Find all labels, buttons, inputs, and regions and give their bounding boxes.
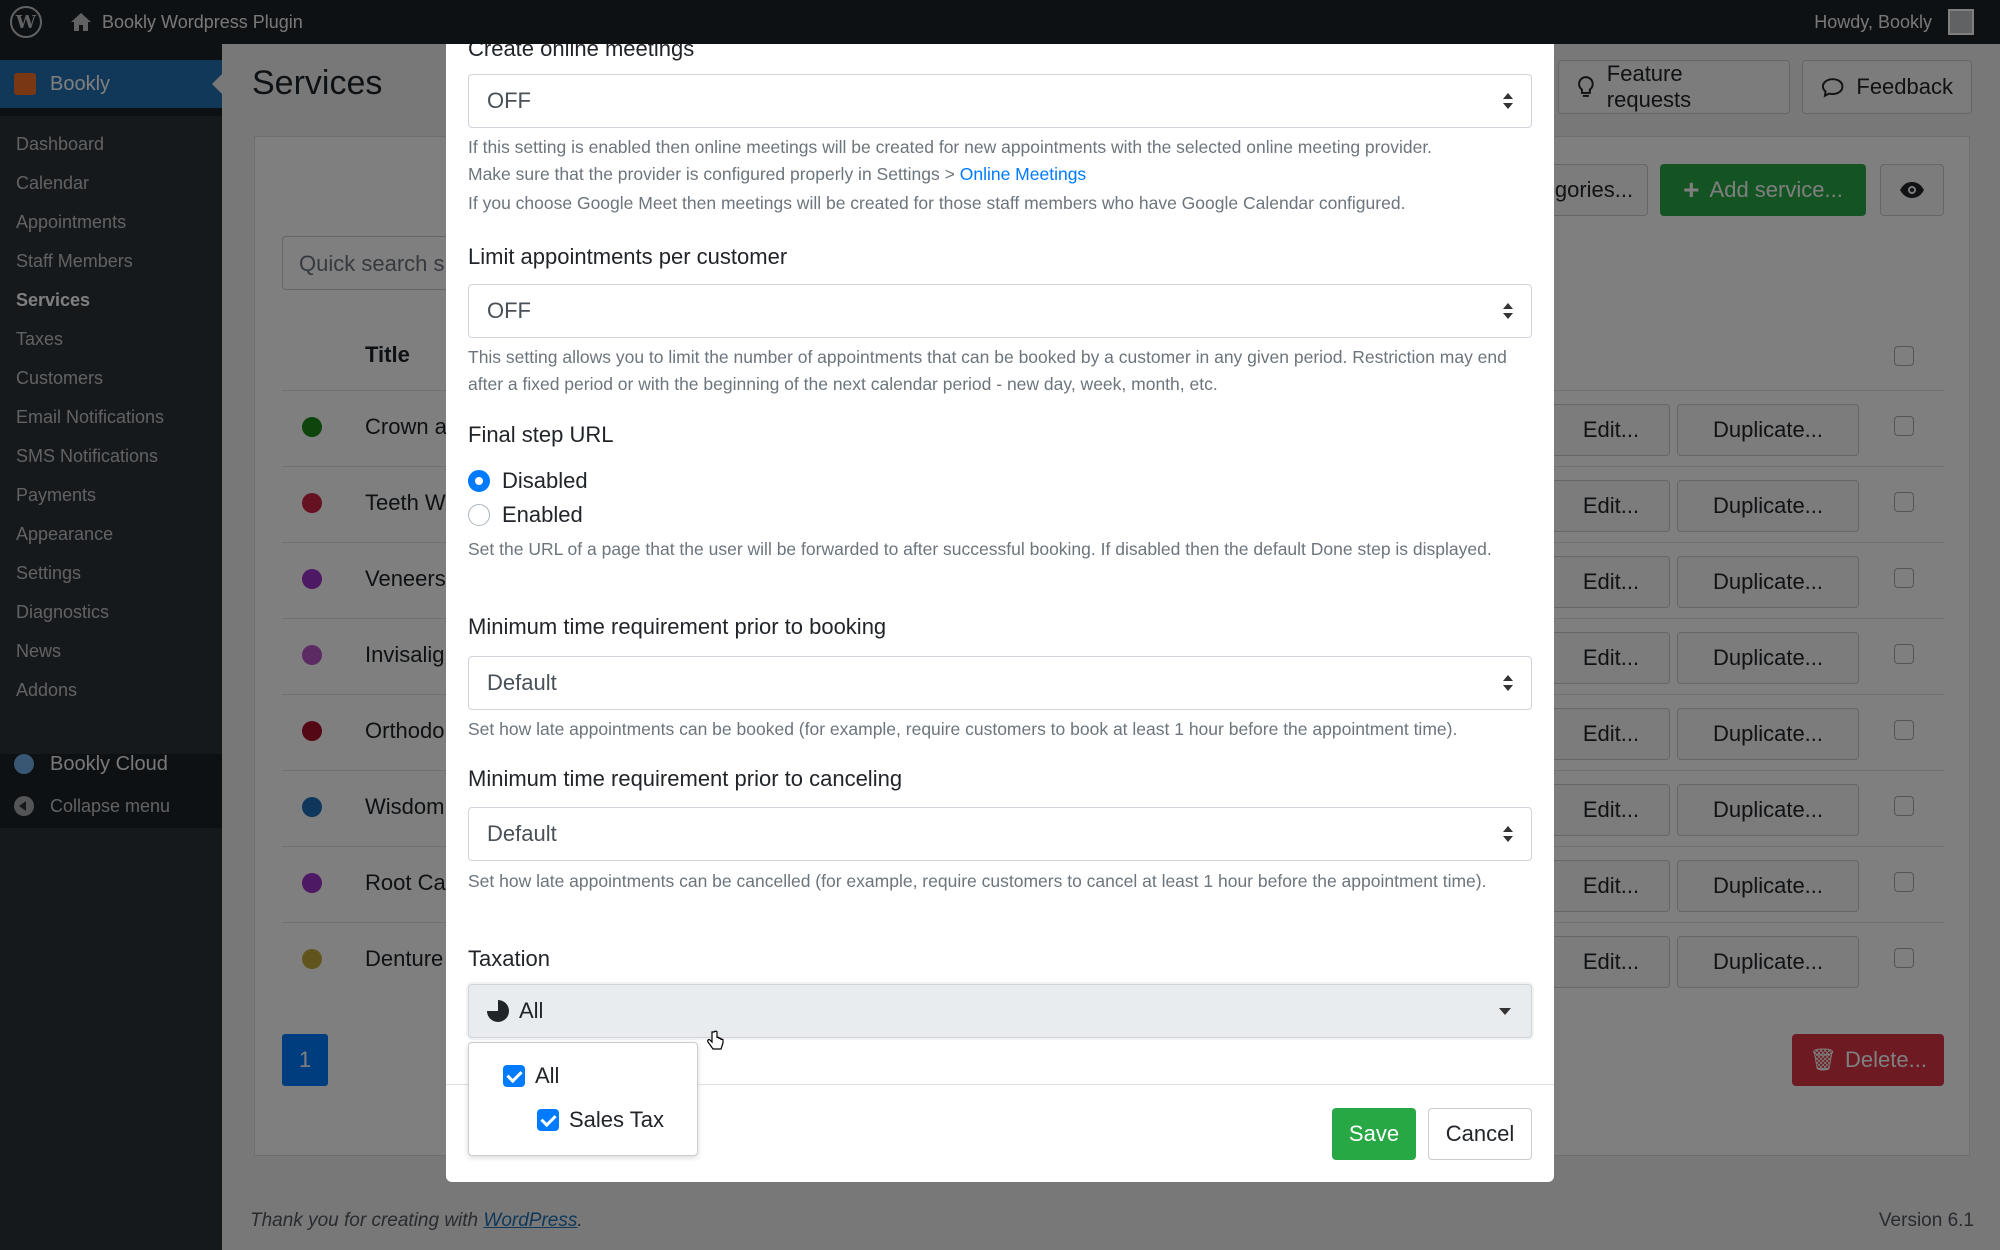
min-booking-select[interactable]: Default [468, 656, 1532, 710]
taxation-dropdown-menu: All Sales Tax [468, 1042, 698, 1156]
final-url-enabled-radio[interactable] [468, 504, 490, 526]
tax-all-checkbox[interactable] [503, 1065, 525, 1087]
cancel-button[interactable]: Cancel [1428, 1108, 1532, 1160]
sales-tax-label[interactable]: Sales Tax [569, 1107, 664, 1133]
caret-down-icon [1499, 1008, 1511, 1015]
online-meetings-help-line1: If this setting is enabled then online m… [468, 137, 1433, 157]
select-updown-icon [1503, 675, 1513, 693]
limit-appointments-label: Limit appointments per customer [468, 244, 788, 269]
final-url-disabled-radio[interactable] [468, 470, 490, 492]
sales-tax-checkbox[interactable] [537, 1109, 559, 1131]
min-cancel-value: Default [487, 821, 557, 846]
online-meetings-label: Create online meetings [468, 44, 695, 61]
online-meetings-help: If this setting is enabled then online m… [468, 134, 1532, 217]
select-updown-icon [1503, 93, 1513, 111]
limit-appointments-value: OFF [487, 298, 531, 323]
hand-cursor-icon [707, 1030, 724, 1050]
min-cancel-label: Minimum time requirement prior to cancel… [468, 766, 903, 791]
taxation-value: All [519, 998, 544, 1023]
select-updown-icon [1503, 303, 1513, 321]
online-meetings-value: OFF [487, 88, 531, 113]
limit-appointments-select[interactable]: OFF [468, 284, 1532, 338]
taxation-label: Taxation [468, 946, 550, 971]
taxation-select[interactable]: All [468, 984, 1532, 1038]
min-cancel-help: Set how late appointments can be cancell… [468, 871, 1487, 891]
final-url-disabled-label[interactable]: Disabled [502, 468, 588, 494]
online-meetings-help-line2: Make sure that the provider is configure… [468, 161, 1532, 188]
online-meetings-help-text: Make sure that the provider is configure… [468, 164, 960, 184]
min-booking-label: Minimum time requirement prior to bookin… [468, 614, 887, 639]
final-step-url-label: Final step URL [468, 422, 614, 447]
min-booking-value: Default [487, 670, 557, 695]
min-booking-help: Set how late appointments can be booked … [468, 719, 1458, 739]
final-step-url-help: Set the URL of a page that the user will… [468, 539, 1492, 559]
select-updown-icon [1503, 826, 1513, 844]
online-meetings-select[interactable]: OFF [468, 74, 1532, 128]
service-settings-modal: Create online meetings OFF If this setti… [446, 44, 1554, 1182]
pie-chart-icon [487, 1000, 509, 1022]
min-cancel-select[interactable]: Default [468, 807, 1532, 861]
save-button[interactable]: Save [1332, 1108, 1416, 1160]
limit-appointments-help: This setting allows you to limit the num… [468, 347, 1507, 394]
online-meetings-settings-link[interactable]: Online Meetings [960, 164, 1086, 184]
tax-all-label[interactable]: All [535, 1063, 559, 1089]
final-url-enabled-label[interactable]: Enabled [502, 502, 583, 528]
online-meetings-help-line3: If you choose Google Meet then meetings … [468, 193, 1406, 213]
